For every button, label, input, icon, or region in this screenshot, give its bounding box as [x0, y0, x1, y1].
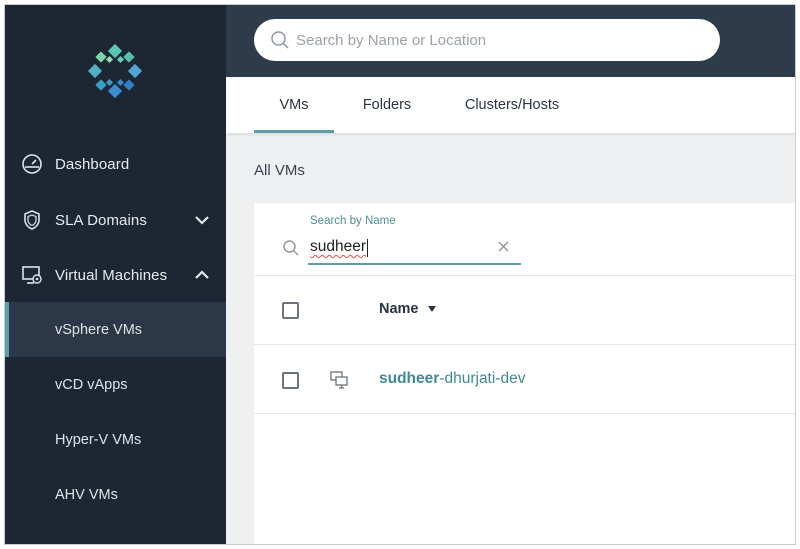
- sidebar-subitem-label: AHV VMs: [55, 486, 118, 503]
- divider: [254, 275, 795, 276]
- vm-name-match: sudheer: [379, 370, 440, 387]
- tab-vms[interactable]: VMs: [254, 77, 334, 133]
- global-search[interactable]: [254, 19, 720, 61]
- tab-folders[interactable]: Folders: [352, 77, 422, 133]
- sidebar-item-sla-domains[interactable]: SLA Domains: [5, 192, 226, 248]
- chevron-down-icon[interactable]: [194, 212, 210, 228]
- text-caret: [367, 239, 368, 257]
- sidebar-item-label: SLA Domains: [55, 211, 147, 229]
- search-icon: [283, 240, 299, 256]
- sidebar-subitem-hyperv-vms[interactable]: Hyper-V VMs: [5, 412, 226, 467]
- monitor-icon: [22, 266, 42, 284]
- name-filter-input[interactable]: sudheer: [308, 231, 521, 265]
- sidebar-subitem-label: vCD vApps: [55, 376, 128, 393]
- vm-table-card: Search by Name sudheer Name sudheer-dhur…: [254, 203, 795, 544]
- vm-name-link[interactable]: sudheer-dhurjati-dev: [379, 370, 525, 388]
- sort-descending-icon: [427, 306, 436, 312]
- global-search-input[interactable]: [296, 19, 696, 61]
- app-window: Dashboard SLA Domains Virtual Machines v…: [4, 4, 796, 545]
- row-checkbox[interactable]: [282, 372, 299, 389]
- sidebar-subitem-vsphere-vms[interactable]: vSphere VMs: [5, 302, 226, 357]
- sidebar-subitem-label: Hyper-V VMs: [55, 431, 142, 448]
- filter-label: Search by Name: [310, 215, 396, 227]
- sidebar-subitem-label: vSphere VMs: [55, 321, 143, 338]
- rubrik-logo-icon: [87, 43, 143, 99]
- tab-bar: VMs Folders Clusters/Hosts: [226, 77, 795, 133]
- select-all-checkbox[interactable]: [282, 302, 299, 319]
- shield-icon: [24, 210, 40, 230]
- chevron-up-icon[interactable]: [194, 267, 210, 283]
- section-title: All VMs: [254, 162, 305, 179]
- sidebar-item-label: Dashboard: [55, 155, 130, 173]
- vm-name-rest: -dhurjati-dev: [439, 370, 526, 387]
- sidebar: Dashboard SLA Domains Virtual Machines v…: [5, 5, 226, 544]
- clear-icon[interactable]: [496, 239, 512, 255]
- divider: [254, 344, 795, 345]
- sidebar-item-dashboard[interactable]: Dashboard: [5, 136, 226, 192]
- top-bar: [226, 5, 795, 77]
- search-icon: [271, 31, 289, 49]
- column-header-name[interactable]: Name: [379, 301, 437, 317]
- sidebar-item-virtual-machines[interactable]: Virtual Machines: [5, 247, 226, 303]
- tab-clusters-hosts[interactable]: Clusters/Hosts: [456, 77, 568, 133]
- sidebar-subitem-ahv-vms[interactable]: AHV VMs: [5, 467, 226, 522]
- dashboard-gauge-icon: [22, 154, 42, 174]
- divider: [254, 413, 795, 414]
- sidebar-item-label: Virtual Machines: [55, 266, 168, 284]
- filter-value: sudheer: [310, 238, 367, 255]
- virtual-machine-icon: [330, 371, 348, 389]
- column-header-label: Name: [379, 301, 419, 317]
- sidebar-subitem-vcd-vapps[interactable]: vCD vApps: [5, 357, 226, 412]
